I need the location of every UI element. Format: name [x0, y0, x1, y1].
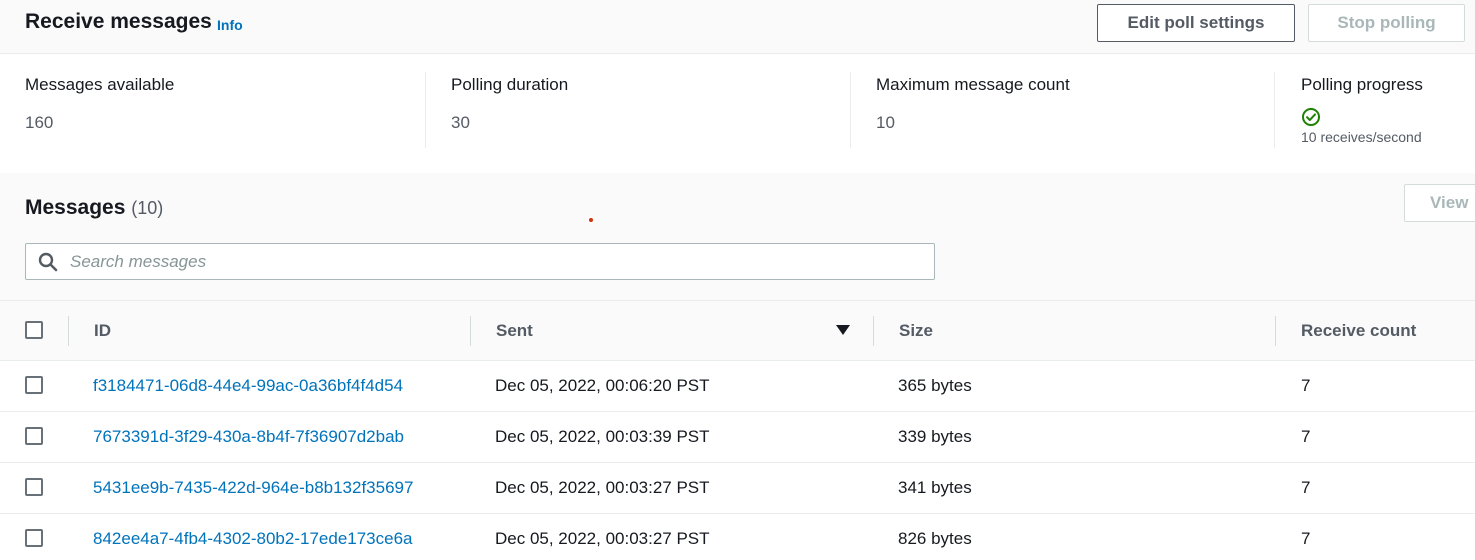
edit-poll-settings-button[interactable]: Edit poll settings: [1097, 4, 1295, 42]
message-size: 826 bytes: [898, 529, 972, 548]
messages-available-label: Messages available: [25, 75, 175, 94]
messages-count: (10): [131, 198, 164, 218]
max-message-count-label: Maximum message count: [876, 75, 1070, 94]
search-input[interactable]: [68, 247, 918, 276]
messages-available-value: 160: [25, 113, 54, 132]
row-checkbox[interactable]: [25, 427, 43, 445]
column-header-id[interactable]: ID: [94, 321, 111, 341]
stat-divider: [425, 72, 426, 148]
message-receive-count: 7: [1301, 478, 1311, 497]
search-box[interactable]: [25, 243, 935, 280]
column-separator: [1275, 316, 1276, 346]
message-size: 341 bytes: [898, 478, 972, 497]
row-checkbox[interactable]: [25, 478, 43, 496]
column-separator: [873, 316, 874, 346]
table-row[interactable]: f3184471-06d8-44e4-99ac-0a36bf4f4d54 Dec…: [0, 361, 1475, 412]
sort-descending-icon[interactable]: [836, 325, 850, 335]
info-link[interactable]: Info: [217, 17, 243, 33]
message-sent: Dec 05, 2022, 00:03:27 PST: [495, 478, 710, 497]
page-header: Receive messages Info Edit poll settings…: [0, 0, 1475, 54]
table-header: ID Sent Size Receive count: [0, 300, 1475, 361]
messages-panel: [0, 173, 1475, 300]
polling-duration-value: 30: [451, 113, 470, 132]
row-checkbox[interactable]: [25, 376, 43, 394]
page-title: Receive messages: [25, 10, 212, 33]
message-receive-count: 7: [1301, 427, 1311, 446]
check-circle-icon: [1302, 108, 1320, 126]
message-size: 365 bytes: [898, 376, 972, 395]
polling-duration-label: Polling duration: [451, 75, 569, 94]
polling-progress-value: 10 receives/second: [1301, 129, 1422, 145]
polling-progress-label: Polling progress: [1301, 75, 1423, 94]
message-size: 339 bytes: [898, 427, 972, 446]
max-message-count-value: 10: [876, 113, 895, 132]
view-message-button[interactable]: View: [1404, 184, 1475, 222]
message-receive-count: 7: [1301, 376, 1311, 395]
cursor-dot: [589, 218, 593, 222]
stop-polling-button[interactable]: Stop polling: [1308, 4, 1465, 42]
column-header-receive-count[interactable]: Receive count: [1301, 321, 1416, 341]
select-all-checkbox[interactable]: [25, 321, 43, 339]
message-sent: Dec 05, 2022, 00:06:20 PST: [495, 376, 710, 395]
messages-heading: Messages (10): [25, 196, 163, 220]
message-sent: Dec 05, 2022, 00:03:39 PST: [495, 427, 710, 446]
table-row[interactable]: 5431ee9b-7435-422d-964e-b8b132f35697 Dec…: [0, 463, 1475, 514]
table-row[interactable]: 842ee4a7-4fb4-4302-80b2-17ede173ce6a Dec…: [0, 514, 1475, 560]
message-sent: Dec 05, 2022, 00:03:27 PST: [495, 529, 710, 548]
column-separator: [470, 316, 471, 346]
message-id-link[interactable]: 5431ee9b-7435-422d-964e-b8b132f35697: [93, 478, 413, 498]
column-header-size[interactable]: Size: [899, 321, 933, 341]
polling-stats: Messages available 160 Polling duration …: [0, 55, 1475, 173]
table-row[interactable]: 7673391d-3f29-430a-8b4f-7f36907d2bab Dec…: [0, 412, 1475, 463]
messages-title: Messages: [25, 196, 126, 219]
message-id-link[interactable]: 842ee4a7-4fb4-4302-80b2-17ede173ce6a: [93, 529, 413, 549]
message-id-link[interactable]: f3184471-06d8-44e4-99ac-0a36bf4f4d54: [93, 376, 403, 396]
row-checkbox[interactable]: [25, 529, 43, 547]
column-header-sent[interactable]: Sent: [496, 321, 533, 341]
search-icon: [38, 252, 58, 272]
column-separator: [68, 316, 69, 346]
stat-divider: [1274, 72, 1275, 148]
message-id-link[interactable]: 7673391d-3f29-430a-8b4f-7f36907d2bab: [93, 427, 404, 447]
stat-divider: [850, 72, 851, 148]
message-receive-count: 7: [1301, 529, 1311, 548]
